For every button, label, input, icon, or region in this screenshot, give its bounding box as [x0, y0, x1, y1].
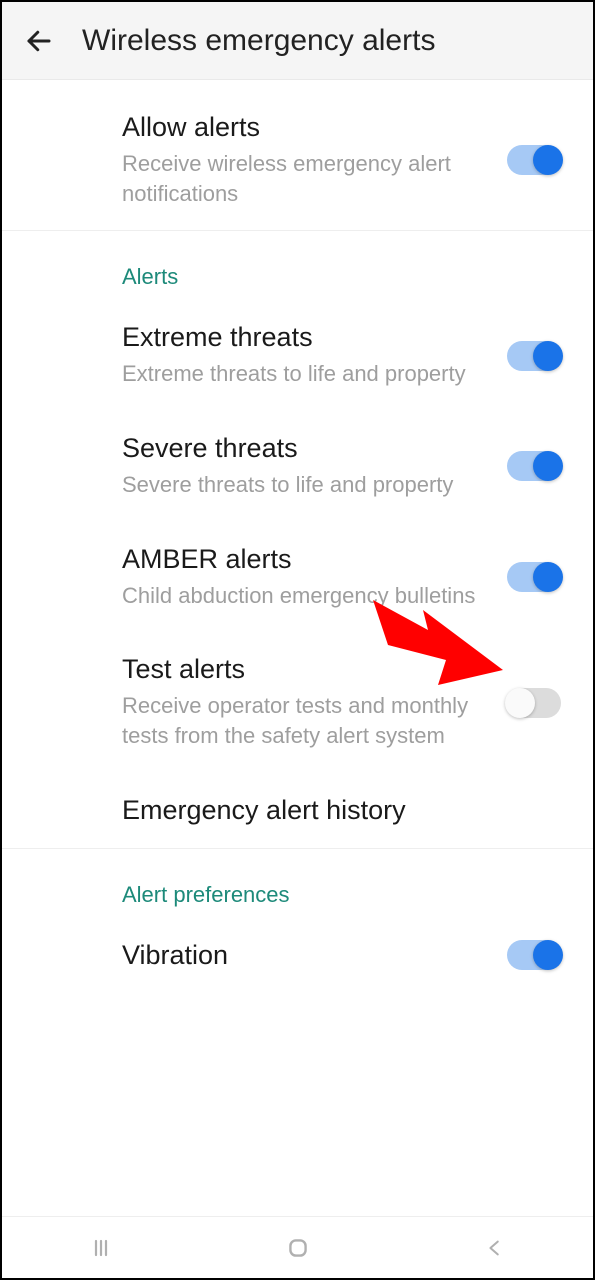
toggle-vibration[interactable]: [507, 940, 561, 970]
divider: [2, 230, 593, 240]
row-text: Extreme threats Extreme threats to life …: [122, 322, 507, 389]
section-label-prefs: Alert preferences: [2, 858, 593, 918]
row-subtitle: Extreme threats to life and property: [122, 359, 491, 389]
section-label-alerts: Alerts: [2, 240, 593, 300]
row-test-alerts[interactable]: Test alerts Receive operator tests and m…: [2, 632, 593, 772]
row-severe-threats[interactable]: Severe threats Severe threats to life an…: [2, 411, 593, 522]
row-text: Emergency alert history: [122, 795, 561, 826]
row-title: Emergency alert history: [122, 795, 545, 826]
content-area: Allow alerts Receive wireless emergency …: [2, 80, 593, 1216]
recents-icon[interactable]: [86, 1233, 116, 1263]
toggle-allow-alerts[interactable]: [507, 145, 561, 175]
system-navbar: [2, 1216, 593, 1278]
row-title: Test alerts: [122, 654, 491, 685]
row-amber-alerts[interactable]: AMBER alerts Child abduction emergency b…: [2, 522, 593, 633]
back-nav-icon[interactable]: [480, 1233, 510, 1263]
row-text: Severe threats Severe threats to life an…: [122, 433, 507, 500]
toggle-test-alerts[interactable]: [507, 688, 561, 718]
row-subtitle: Child abduction emergency bulletins: [122, 581, 491, 611]
home-icon[interactable]: [283, 1233, 313, 1263]
row-subtitle: Severe threats to life and property: [122, 470, 491, 500]
toggle-amber-alerts[interactable]: [507, 562, 561, 592]
row-text: AMBER alerts Child abduction emergency b…: [122, 544, 507, 611]
row-subtitle: Receive operator tests and monthly tests…: [122, 691, 491, 750]
row-title: AMBER alerts: [122, 544, 491, 575]
divider: [2, 848, 593, 858]
row-extreme-threats[interactable]: Extreme threats Extreme threats to life …: [2, 300, 593, 411]
row-allow-alerts[interactable]: Allow alerts Receive wireless emergency …: [2, 90, 593, 230]
row-emergency-history[interactable]: Emergency alert history: [2, 773, 593, 848]
row-title: Severe threats: [122, 433, 491, 464]
row-title: Vibration: [122, 940, 491, 971]
toggle-extreme-threats[interactable]: [507, 341, 561, 371]
page-title: Wireless emergency alerts: [82, 24, 435, 58]
row-text: Vibration: [122, 940, 507, 971]
row-subtitle: Receive wireless emergency alert notific…: [122, 149, 491, 208]
row-text: Allow alerts Receive wireless emergency …: [122, 112, 507, 208]
row-text: Test alerts Receive operator tests and m…: [122, 654, 507, 750]
toggle-severe-threats[interactable]: [507, 451, 561, 481]
row-vibration[interactable]: Vibration: [2, 918, 593, 993]
row-title: Allow alerts: [122, 112, 491, 143]
row-title: Extreme threats: [122, 322, 491, 353]
back-icon[interactable]: [24, 26, 54, 56]
app-header: Wireless emergency alerts: [2, 2, 593, 80]
